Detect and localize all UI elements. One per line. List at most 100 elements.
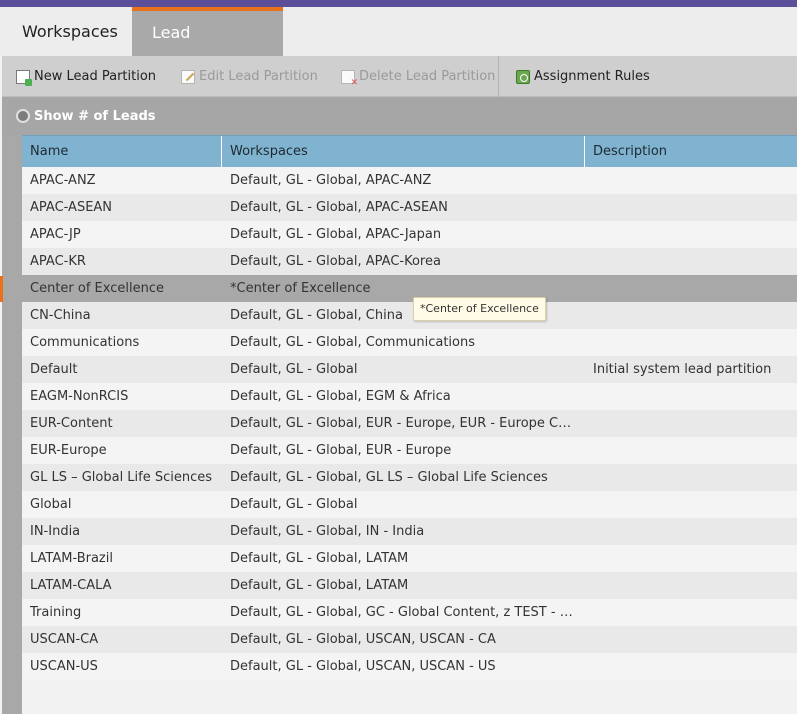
cell-description: [585, 221, 797, 248]
delete-lead-partition-label: Delete Lead Partition: [359, 69, 496, 84]
cell-name: LATAM-Brazil: [30, 551, 113, 566]
cell-name: Default: [30, 362, 78, 377]
table-row[interactable]: CN-China Default, GL - Global, China: [22, 302, 797, 329]
cell-workspaces: Default, GL - Global, APAC-ASEAN: [230, 200, 448, 215]
cell-name: APAC-JP: [30, 227, 81, 242]
cell-description: [585, 464, 797, 491]
cell-name: Training: [30, 605, 82, 620]
table-row[interactable]: Training Default, GL - Global, GC - Globa…: [22, 599, 797, 626]
cell-workspaces: Default, GL - Global, USCAN, USCAN - CA: [230, 632, 496, 647]
table-row[interactable]: USCAN-US Default, GL - Global, USCAN, USC…: [22, 653, 797, 680]
table-row[interactable]: APAC-ASEAN Default, GL - Global, APAC-ASE…: [22, 194, 797, 221]
table-row[interactable]: Center of Excellence *Center of Excellenc…: [22, 275, 797, 302]
table-row[interactable]: GL LS – Global Life Sciences Default, GL …: [22, 464, 797, 491]
table-row[interactable]: Global Default, GL - Global: [22, 491, 797, 518]
new-lead-partition-label: New Lead Partition: [34, 69, 157, 84]
cell-name: EUR-Europe: [30, 443, 107, 458]
assignment-rules-icon: [516, 69, 530, 84]
table-row[interactable]: EUR-Europe Default, GL - Global, EUR - Eu…: [22, 437, 797, 464]
left-rail: [2, 135, 22, 714]
selection-marker: [0, 276, 3, 302]
cell-description: [585, 410, 797, 437]
show-lead-count-button[interactable]: Show # of Leads: [16, 109, 156, 124]
cell-description: [585, 491, 797, 518]
table-row[interactable]: USCAN-CA Default, GL - Global, USCAN, USC…: [22, 626, 797, 653]
cell-workspaces: Default, GL - Global, USCAN, USCAN - US: [230, 659, 496, 674]
cell-name: CN-China: [30, 308, 91, 323]
table-row[interactable]: EUR-Content Default, GL - Global, EUR - E…: [22, 410, 797, 437]
cell-workspaces: Default, GL - Global, GC - Global Conten…: [230, 605, 573, 620]
cell-name: IN-India: [30, 524, 81, 539]
cell-description: [585, 653, 797, 680]
cell-description: [585, 167, 797, 194]
cell-description: [585, 248, 797, 275]
table-body: APAC-ANZ Default, GL - Global, APAC-ANZ AP…: [22, 167, 797, 680]
cell-workspaces: Default, GL - Global, EUR - Europe: [230, 443, 452, 458]
cell-name: Center of Excellence: [30, 281, 164, 296]
cell-name: APAC-ASEAN: [30, 200, 113, 215]
table-row[interactable]: APAC-ANZ Default, GL - Global, APAC-ANZ: [22, 167, 797, 194]
sub-toolbar: Show # of Leads: [2, 97, 797, 135]
toolbar: New Lead Partition Edit Lead Partition D…: [2, 56, 797, 97]
cell-description: [585, 626, 797, 653]
delete-lead-partition-button[interactable]: Delete Lead Partition: [327, 56, 499, 97]
cell-description: Initial system lead partition: [593, 362, 772, 377]
magnifier-icon: [16, 109, 30, 123]
lead-partitions-table: Name Workspaces Description APAC-ANZ Defa…: [22, 135, 797, 714]
cell-workspaces: Default, GL - Global, LATAM: [230, 551, 409, 566]
cell-workspaces: Default, GL - Global, APAC-ANZ: [230, 173, 432, 188]
tab-strip: Workspaces Lead Partitions: [0, 7, 797, 85]
cell-workspaces: Default, GL - Global: [230, 497, 358, 512]
cell-name: USCAN-US: [30, 659, 98, 674]
tooltip: *Center of Excellence: [413, 297, 546, 321]
new-lead-partition-button[interactable]: New Lead Partition: [2, 56, 162, 97]
cell-workspaces: Default, GL - Global, Communications: [230, 335, 476, 350]
cell-name: APAC-KR: [30, 254, 86, 269]
cell-description: [585, 194, 797, 221]
cell-description: [585, 572, 797, 599]
cell-name: Communications: [30, 335, 140, 350]
brand-top-bar: [0, 0, 797, 7]
cell-name: Global: [30, 497, 72, 512]
assignment-rules-button[interactable]: Assignment Rules: [502, 56, 662, 97]
table-row[interactable]: LATAM-CALA Default, GL - Global, LATAM: [22, 572, 797, 599]
table-header: Name Workspaces Description: [22, 135, 797, 167]
cell-description: [585, 599, 797, 626]
delete-icon: [341, 69, 358, 88]
table-row[interactable]: Default Default, GL - Global Initial syste…: [22, 356, 797, 383]
assignment-rules-label: Assignment Rules: [534, 69, 650, 84]
table-row[interactable]: APAC-JP Default, GL - Global, APAC-Japan: [22, 221, 797, 248]
cell-description: [585, 329, 797, 356]
cell-workspaces: Default, GL - Global, EGM & Africa: [230, 389, 451, 404]
cell-workspaces: Default, GL - Global: [230, 362, 358, 377]
cell-workspaces: Default, GL - Global, GL LS – Global Lif…: [230, 470, 548, 485]
cell-description: [585, 518, 797, 545]
cell-description: [585, 275, 797, 302]
cell-workspaces: Default, GL - Global, APAC-Korea: [230, 254, 441, 269]
cell-name: LATAM-CALA: [30, 578, 112, 593]
table-row[interactable]: LATAM-Brazil Default, GL - Global, LATAM: [22, 545, 797, 572]
cell-description: [585, 545, 797, 572]
cell-name: APAC-ANZ: [30, 173, 96, 188]
edit-lead-partition-label: Edit Lead Partition: [199, 69, 318, 84]
cell-name: EUR-Content: [30, 416, 113, 431]
cell-description: [585, 383, 797, 410]
table-row[interactable]: IN-India Default, GL - Global, IN - India: [22, 518, 797, 545]
column-header-name[interactable]: Name: [22, 136, 222, 167]
show-lead-count-label: Show # of Leads: [34, 108, 156, 124]
edit-lead-partition-button[interactable]: Edit Lead Partition: [167, 56, 322, 97]
tab-lead-partitions[interactable]: Lead Partitions: [132, 7, 283, 85]
table-row[interactable]: EAGM-NonRCIS Default, GL - Global, EGM & …: [22, 383, 797, 410]
table-row[interactable]: Communications Default, GL - Global, Comm…: [22, 329, 797, 356]
edit-pencil-icon: [181, 69, 195, 84]
cell-name: GL LS – Global Life Sciences: [30, 470, 213, 485]
column-header-workspaces[interactable]: Workspaces: [222, 136, 585, 167]
cell-workspaces: Default, GL - Global, APAC-Japan: [230, 227, 442, 242]
cell-description: [585, 302, 797, 329]
column-header-description[interactable]: Description: [585, 136, 797, 167]
cell-workspaces: Default, GL - Global, IN - India: [230, 524, 425, 539]
new-document-icon: [16, 69, 32, 86]
cell-workspaces: Default, GL - Global, EUR - Europe, EUR …: [230, 416, 573, 431]
table-row[interactable]: APAC-KR Default, GL - Global, APAC-Korea: [22, 248, 797, 275]
tab-workspaces[interactable]: Workspaces: [2, 7, 132, 56]
